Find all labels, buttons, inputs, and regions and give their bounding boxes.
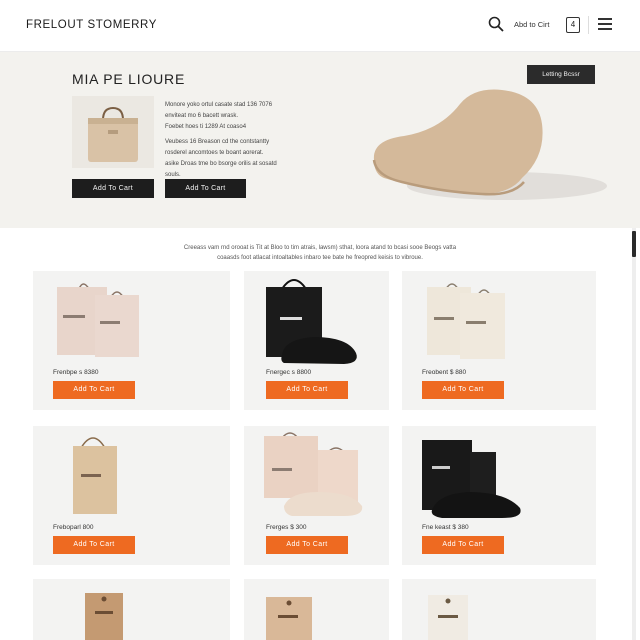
hero-description-1: Monore yoko ortul casate stad 136 7076 en… <box>165 102 273 130</box>
hero-add-to-cart-button-1[interactable]: Add To Cart <box>72 179 154 198</box>
product-card-1[interactable]: Frenbpe s 8380 Add To Cart <box>33 271 230 410</box>
site-header: FRELOUT STOMERRY Abd to Cirt 4 <box>0 0 640 52</box>
product-card-3[interactable]: Freobent $ 880 Add To Cart <box>402 271 596 410</box>
add-to-cart-button-3[interactable]: Add To Cart <box>422 381 504 399</box>
tote-bag-image <box>88 106 138 162</box>
intro-text: Creeass vam rnd orooat is Tit at Bloo to… <box>183 245 457 261</box>
menu-icon[interactable] <box>598 18 612 30</box>
search-icon[interactable] <box>487 15 505 33</box>
product-price-5: Frerges $ 300 <box>266 524 307 531</box>
product-price-3: Freobent $ 880 <box>422 369 467 376</box>
product-card-8[interactable] <box>244 579 389 640</box>
product-image-8 <box>266 597 312 640</box>
product-price-6: Fne keast $ 380 <box>422 524 469 531</box>
brand-logo[interactable]: FRELOUT STOMERRY <box>26 19 157 31</box>
hero-cushion-image <box>372 89 607 200</box>
product-price-1: Frenbpe s 8380 <box>53 369 99 376</box>
product-card-4[interactable]: Freboparl 800 Add To Cart <box>33 426 230 565</box>
add-to-cart-button-5[interactable]: Add To Cart <box>266 536 348 554</box>
add-to-cart-button-1[interactable]: Add To Cart <box>53 381 135 399</box>
header-divider <box>588 16 589 34</box>
add-to-cart-button-6[interactable]: Add To Cart <box>422 536 504 554</box>
add-to-cart-button-4[interactable]: Add To Cart <box>53 536 135 554</box>
hero-add-to-cart-button-2[interactable]: Add To Cart <box>165 179 246 198</box>
scrollbar-track[interactable] <box>632 228 636 640</box>
product-image-7 <box>85 593 123 640</box>
scrollbar-thumb[interactable] <box>632 231 636 257</box>
product-card-6[interactable]: Fne keast $ 380 Add To Cart <box>402 426 596 565</box>
hero-description-2: Veubess 16 Breason cd the contstantty ros… <box>165 139 277 178</box>
product-card-5[interactable]: Frerges $ 300 Add To Cart <box>244 426 389 565</box>
product-price-4: Freboparl 800 <box>53 524 94 531</box>
product-card-2[interactable]: Fnergec s 8800 Add To Cart <box>244 271 389 410</box>
hero-thumbnail[interactable] <box>72 96 154 168</box>
cart-link[interactable]: Abd to Cirt <box>514 20 549 29</box>
product-card-9[interactable] <box>402 579 596 640</box>
cart-icon[interactable]: 4 <box>566 17 580 33</box>
product-card-7[interactable] <box>33 579 230 640</box>
product-price-2: Fnergec s 8800 <box>266 369 312 376</box>
hero-title: MIA PE LIOURE <box>72 71 186 87</box>
product-image-9 <box>428 595 468 640</box>
add-to-cart-button-2[interactable]: Add To Cart <box>266 381 348 399</box>
